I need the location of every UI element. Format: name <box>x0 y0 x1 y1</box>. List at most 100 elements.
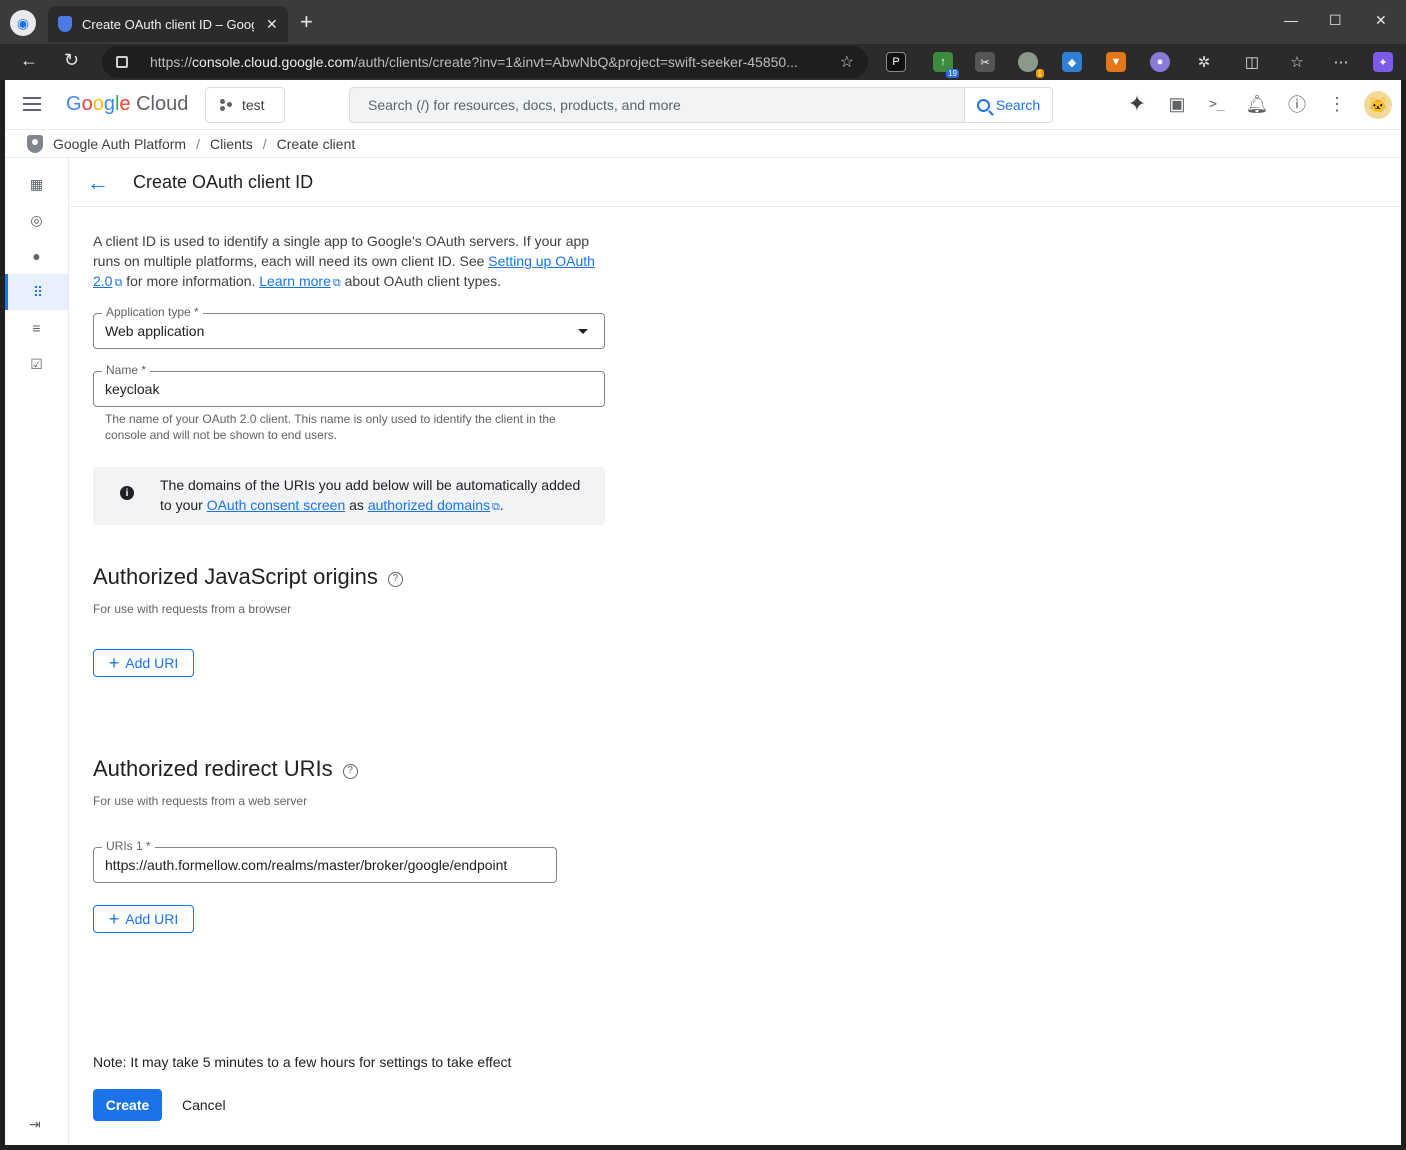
breadcrumb: Google Auth Platform / Clients / Create … <box>5 130 1401 158</box>
avatar[interactable]: 🐱 <box>1364 91 1392 119</box>
bookmark-star-icon[interactable]: ☆ <box>840 52 854 72</box>
create-button[interactable]: Create <box>93 1089 162 1121</box>
settings-list-icon: ≡ <box>32 320 41 336</box>
search-icon <box>976 98 990 112</box>
help-icon[interactable]: ? <box>387 572 403 587</box>
browser-toolbar: ← ↻ https://console.cloud.google.com/aut… <box>0 44 1406 80</box>
close-window-icon[interactable]: ✕ <box>1375 12 1387 29</box>
add-redirect-uri-button[interactable]: + Add URI <box>93 905 194 933</box>
page: Google Cloud test Search (/) for resourc… <box>5 80 1401 1145</box>
gemini-icon[interactable]: ✦ <box>1125 91 1149 116</box>
more-icon[interactable]: ⋮ <box>1325 92 1349 116</box>
checkbox-icon: ☑ <box>30 355 43 372</box>
help-icon[interactable]: ⓘ <box>1285 92 1309 116</box>
external-link-icon: ⧉ <box>492 501 500 513</box>
authorized-domains-link[interactable]: authorized domains <box>368 497 490 513</box>
redirect-uri-field[interactable]: URIs 1 * https://auth.formellow.com/real… <box>93 839 557 883</box>
project-icon <box>220 99 232 111</box>
copilot-icon[interactable]: ✦ <box>1373 52 1393 72</box>
favorites-icon[interactable]: ☆ <box>1287 52 1307 72</box>
extensions-puzzle-icon[interactable]: ✲ <box>1194 52 1214 72</box>
name-hint: The name of your OAuth 2.0 client. This … <box>105 412 556 442</box>
search-button[interactable]: Search <box>964 87 1053 123</box>
project-picker-button[interactable]: test <box>205 87 285 123</box>
lock-icon <box>116 56 128 68</box>
terminal-icon[interactable]: >_ <box>1205 92 1229 116</box>
back-arrow-icon[interactable]: ← <box>87 170 109 196</box>
url-text: https://console.cloud.google.com/auth/cl… <box>150 54 798 70</box>
help-icon[interactable]: ? <box>342 764 358 779</box>
js-origins-title: Authorized JavaScript origins? <box>93 564 403 590</box>
application-type-select[interactable]: Application type * Web application <box>93 305 605 349</box>
split-screen-icon[interactable]: ◫ <box>1242 52 1262 72</box>
sidebar-item-data-access[interactable]: ≡ <box>5 310 68 346</box>
browser-menu-icon[interactable]: ⋯ <box>1331 52 1351 72</box>
person-icon: ● <box>32 248 41 264</box>
new-tab-icon[interactable]: + <box>300 11 313 33</box>
redirect-uris-title: Authorized redirect URIs? <box>93 756 358 782</box>
sidebar-item-verification[interactable]: ☑ <box>5 346 68 382</box>
page-title: Create OAuth client ID <box>133 172 314 192</box>
settings-note: Note: It may take 5 minutes to a few hou… <box>93 1054 512 1070</box>
extension-chat-icon[interactable]: 1 <box>1018 52 1044 78</box>
redirect-uri-label: URIs 1 * <box>102 839 155 853</box>
reload-icon[interactable]: ↻ <box>64 50 79 71</box>
extension-ghost-icon[interactable]: ● <box>1150 52 1170 72</box>
grid-icon: ⠿ <box>32 283 44 300</box>
learn-more-link[interactable]: Learn more <box>259 273 331 289</box>
extension-shield-icon[interactable]: ◆ <box>1062 52 1082 72</box>
js-origins-subtitle: For use with requests from a browser <box>93 602 292 616</box>
plus-icon: + <box>108 909 120 929</box>
console-header: Google Cloud test Search (/) for resourc… <box>5 80 1401 130</box>
oauth-consent-screen-link[interactable]: OAuth consent screen <box>207 497 346 513</box>
extension-fox-icon[interactable]: ▼ <box>1106 52 1126 72</box>
tab-favicon-icon <box>58 16 72 32</box>
name-field[interactable]: Name * keycloak <box>93 363 605 407</box>
google-cloud-logo[interactable]: Google Cloud <box>66 93 188 116</box>
application-type-label: Application type * <box>102 305 203 319</box>
sidebar-item-audience[interactable]: ● <box>5 238 68 274</box>
domains-notice: i The domains of the URIs you add below … <box>93 467 605 525</box>
breadcrumb-item-clients[interactable]: Clients <box>210 136 253 152</box>
sidebar-item-clients[interactable]: ⠿ <box>5 274 68 310</box>
bell-icon[interactable]: 🔔︎ <box>1245 92 1269 116</box>
palette-icon: ◎ <box>30 211 43 228</box>
extension-tools-icon[interactable]: ✂ <box>975 52 995 72</box>
browser-tab[interactable]: Create OAuth client ID – Google Auth Pla… <box>48 6 288 42</box>
expand-nav-icon[interactable]: ⇥ <box>29 1116 41 1133</box>
browser-profile-icon[interactable]: ◉ <box>10 10 36 36</box>
extension-p-icon[interactable]: P <box>886 52 906 72</box>
redirect-uri-value: https://auth.formellow.com/realms/master… <box>105 857 508 873</box>
browser-back-icon[interactable]: ← <box>20 50 38 71</box>
auth-platform-shield-icon <box>27 134 43 153</box>
tab-title: Create OAuth client ID – Google Auth Pla… <box>82 16 254 32</box>
info-icon: i <box>120 486 134 500</box>
cancel-button[interactable]: Cancel <box>182 1097 226 1113</box>
breadcrumb-item-auth-platform[interactable]: Google Auth Platform <box>53 136 186 152</box>
browser-titlebar: ◉ Create OAuth client ID – Google Auth P… <box>0 0 1406 44</box>
address-bar[interactable]: https://console.cloud.google.com/auth/cl… <box>102 46 868 78</box>
breadcrumb-item-create-client: Create client <box>276 135 356 152</box>
menu-icon[interactable] <box>23 97 41 111</box>
gift-icon[interactable]: ▣ <box>1165 92 1189 116</box>
tab-close-icon[interactable]: ✕ <box>266 16 278 33</box>
search-input[interactable]: Search (/) for resources, docs, products… <box>349 87 965 123</box>
redirect-uris-subtitle: For use with requests from a web server <box>93 794 308 808</box>
notice-text: The domains of the URIs you add below wi… <box>160 477 581 513</box>
minimize-icon[interactable]: — <box>1284 12 1298 28</box>
add-js-origin-uri-button[interactable]: + Add URI <box>93 649 194 677</box>
breadcrumb-separator: / <box>262 135 267 152</box>
external-link-icon: ⧉ <box>332 277 341 289</box>
page-header: ← Create OAuth client ID <box>69 158 1401 207</box>
name-value: keycloak <box>105 381 160 397</box>
side-nav: ▦ ◎ ● ⠿ ≡ ☑ ⇥ <box>5 158 69 1145</box>
maximize-icon[interactable]: ☐ <box>1329 12 1342 29</box>
project-name: test <box>242 97 265 113</box>
extension-upload-icon[interactable]: ↑ 19 <box>933 52 959 78</box>
sidebar-item-branding[interactable]: ◎ <box>5 202 68 238</box>
application-type-value: Web application <box>105 323 205 339</box>
sidebar-item-overview[interactable]: ▦ <box>5 166 68 202</box>
intro-text: A client ID is used to identify a single… <box>93 233 595 289</box>
dashboard-icon: ▦ <box>29 175 44 192</box>
dropdown-icon <box>578 329 588 334</box>
